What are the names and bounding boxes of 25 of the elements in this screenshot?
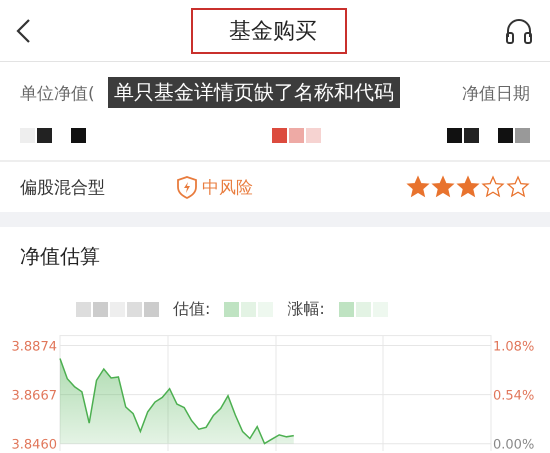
section-title: 净值估算	[19, 243, 101, 270]
redacted-value	[338, 302, 388, 316]
risk-level: 中风险	[202, 176, 253, 198]
percent-axis-label: 0.54%	[493, 388, 534, 404]
redacted-value	[224, 302, 274, 316]
page-title: 基金购买	[191, 8, 347, 54]
shield-lightning-icon	[176, 175, 198, 199]
filled-star-icon	[406, 175, 430, 199]
nav-label: 单位净值(	[20, 82, 95, 104]
date-label: 净值日期	[462, 82, 530, 104]
y-axis-label: 3.8874	[12, 340, 57, 354]
fund-type: 偏股混合型	[20, 176, 106, 198]
change-label: 涨幅:	[287, 298, 325, 320]
headphones-icon[interactable]	[504, 16, 534, 44]
percent-axis-label: 0.00%	[493, 438, 534, 451]
redacted-value	[20, 128, 86, 142]
annotation-label: 单只基金详情页缺了名称和代码	[108, 77, 400, 108]
filled-star-icon	[431, 175, 455, 199]
filled-star-icon	[456, 175, 480, 199]
estimate-label: 估值:	[173, 298, 210, 320]
redacted-value	[272, 128, 321, 142]
y-axis-label: 3.8460	[12, 438, 57, 451]
y-axis-label: 3.8667	[12, 388, 57, 404]
empty-star-icon	[506, 175, 530, 199]
percent-axis-label: 1.08%	[493, 340, 534, 354]
